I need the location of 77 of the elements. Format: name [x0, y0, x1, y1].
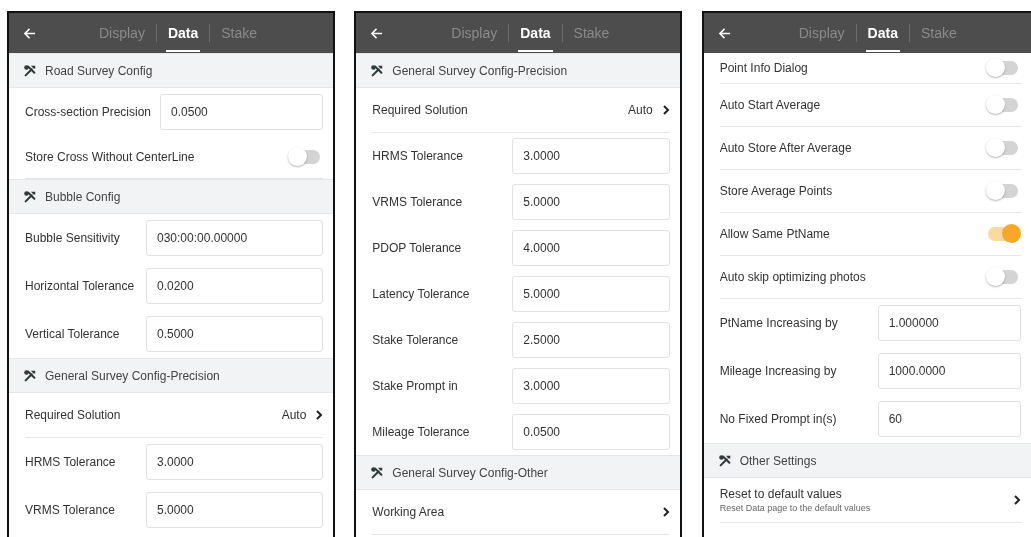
field-label: Mileage Tolerance [372, 425, 471, 439]
toggle-switch[interactable] [988, 227, 1018, 241]
tab[interactable]: Data [865, 14, 900, 52]
section-title: Bubble Config [45, 189, 121, 204]
toggle-switch[interactable] [988, 270, 1018, 284]
setting-label: Reset to default values [719, 487, 843, 501]
input-field[interactable]: 3.0000 [512, 138, 670, 174]
chevron-right-icon [660, 506, 670, 518]
field-label: VRMS Tolerance [372, 195, 464, 209]
field-label: VRMS Tolerance [25, 503, 116, 517]
setting-item[interactable]: Required Solution Auto [372, 88, 670, 133]
field-label: Latency Tolerance [372, 287, 471, 301]
section-title: Road Survey Config [45, 63, 153, 78]
input-field[interactable]: 0.0500 [512, 414, 670, 450]
setting-label: Allow Same PtName [719, 227, 830, 241]
input-field[interactable]: 3.0000 [146, 444, 324, 480]
tools-icon [717, 453, 732, 468]
field-label: Bubble Sensitivity [25, 231, 121, 245]
input-field[interactable]: 1.000000 [877, 305, 1021, 341]
input-field[interactable]: 0.5000 [146, 316, 324, 352]
toggle-switch[interactable] [290, 150, 321, 164]
chevron-right-icon [314, 409, 324, 421]
chevron-right-icon [1012, 494, 1021, 506]
input-field[interactable]: 2.5000 [512, 322, 670, 358]
chevron-right-icon [660, 104, 670, 116]
input-field[interactable]: 030:00:00.00000 [146, 220, 324, 256]
setting-label: Auto Start Average [719, 98, 821, 112]
setting-label: Auto Store After Average [719, 141, 852, 155]
section-title: General Survey Config-Other [392, 465, 548, 480]
field-label: Cross-section Precision [25, 105, 152, 119]
input-field[interactable]: 60 [877, 401, 1021, 437]
back-arrow-icon[interactable] [23, 26, 36, 40]
section-title: Other Settings [739, 453, 817, 468]
section-title: General Survey Config-Precision [392, 63, 568, 78]
setting-item[interactable]: Required Solution Auto [25, 393, 324, 438]
input-field[interactable]: 0.0200 [146, 268, 324, 304]
field-label: Stake Tolerance [372, 333, 460, 347]
setting-label: Required Solution [25, 408, 122, 422]
toggle-switch[interactable] [988, 98, 1018, 112]
input-field[interactable]: 4.0000 [512, 230, 670, 266]
section-title: General Survey Config-Precision [45, 368, 220, 383]
setting-label: Required Solution [372, 103, 469, 117]
field-label: HRMS Tolerance [372, 149, 464, 163]
toggle-switch[interactable] [988, 141, 1018, 155]
setting-description: Reset Data page to the default values [719, 503, 872, 513]
back-arrow-icon[interactable] [370, 26, 384, 40]
setting-label: Point Info Dialog [719, 61, 808, 75]
input-field[interactable]: 3.0000 [512, 368, 670, 404]
input-field[interactable]: 5.0000 [146, 492, 324, 528]
tools-icon [370, 63, 385, 78]
input-field[interactable]: 5.0000 [512, 276, 670, 312]
field-label: PDOP Tolerance [372, 241, 463, 255]
input-field[interactable]: 0.0500 [160, 94, 324, 130]
field-label: HRMS Tolerance [25, 455, 117, 469]
field-label: Horizontal Tolerance [25, 279, 136, 293]
toggle-switch[interactable] [988, 61, 1018, 75]
back-arrow-icon[interactable] [717, 26, 731, 40]
setting-label: Working Area [372, 505, 446, 519]
setting-value: Auto [281, 408, 307, 422]
field-label: Vertical Tolerance [25, 327, 121, 341]
input-field[interactable]: 5.0000 [512, 184, 670, 220]
setting-item[interactable]: Reset to default values Reset Data page to the default values [719, 478, 1021, 523]
field-label: Stake Prompt in [372, 379, 459, 393]
setting-label: Store Average Points [719, 184, 833, 198]
field-label: PtName Increasing by [719, 316, 839, 330]
setting-label: Store Cross Without CenterLine [25, 150, 195, 164]
input-field[interactable]: 1000.0000 [877, 353, 1021, 389]
field-label: No Fixed Prompt in(s) [719, 412, 838, 426]
setting-value: Auto [628, 103, 653, 117]
tools-icon [23, 189, 37, 204]
field-label: Mileage Increasing by [719, 364, 838, 378]
setting-item[interactable]: Working Area [372, 490, 670, 535]
tools-icon [23, 63, 37, 78]
setting-label: Auto skip optimizing photos [719, 270, 866, 284]
tools-icon [370, 465, 385, 480]
toggle-switch[interactable] [988, 184, 1018, 198]
tools-icon [23, 368, 37, 383]
